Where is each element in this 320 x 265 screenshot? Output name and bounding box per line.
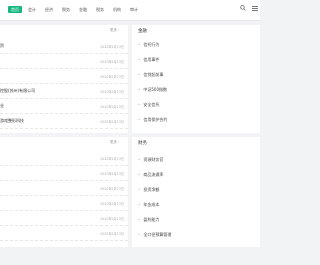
nav-item-tax-2[interactable]: 税务	[93, 6, 107, 13]
list-item-title[interactable]: 控股(苏州)有限公司	[0, 88, 35, 94]
search-icon[interactable]	[240, 5, 246, 11]
main-nav: 首页 会计 经济 税务 金融 税务 机构 审计	[8, 6, 144, 13]
news-list-panel-bottom: 更多 › 2020年2月13日 2020年2月13日 2020年2月13日 20…	[0, 137, 128, 247]
list-item-title[interactable]: 业	[0, 103, 4, 109]
list-item-date: 2020年2月13日	[100, 232, 124, 236]
accounting-item[interactable]: • 盈利能力	[138, 217, 159, 223]
more-link[interactable]: 更多 ›	[110, 28, 120, 33]
nav-item-accounting[interactable]: 会计	[25, 6, 39, 13]
accounting-item[interactable]: • 年金成本	[138, 202, 159, 208]
panel-title: 财务	[138, 141, 147, 146]
list-item[interactable]: 业 2020年2月13日	[0, 99, 128, 114]
list-item-date: 2020年2月13日	[100, 202, 124, 206]
list-item-date: 2020年2月13日	[100, 105, 124, 109]
accounting-panel: 财务 • 资源财务官 • 商品流通率 • 投资净额 • 年金成本 • 盈利能力 • 全口径预…	[132, 137, 260, 247]
list-item-date: 2020年2月13日	[100, 120, 124, 124]
finance-item[interactable]: • 信用保护合约	[138, 117, 167, 123]
finance-item[interactable]: • 安全信托	[138, 102, 159, 108]
list-item-date: 2020年2月13日	[100, 90, 124, 94]
nav-item-tax[interactable]: 税务	[59, 6, 73, 13]
accounting-item[interactable]: • 商品流通率	[138, 172, 163, 178]
list-item[interactable]: 2020年2月13日	[0, 181, 128, 196]
list-item[interactable]: 2020年2月13日	[0, 166, 128, 181]
list-item[interactable]: 2020年2月13日	[0, 226, 128, 241]
list-item[interactable]: 2020年2月13日	[0, 196, 128, 211]
finance-item[interactable]: • 信托行为	[138, 42, 159, 48]
list-item-date: 2020年2月13日	[100, 172, 124, 176]
nav-item-finance[interactable]: 金融	[76, 6, 90, 13]
list-item-date: 2020年2月13日	[100, 60, 124, 64]
nav-item-home[interactable]: 首页	[8, 6, 22, 13]
finance-panel: 金融 • 信托行为 • 信用事件 • 信贷起前事 • 中证500指数 • 安全信托 • 信用…	[132, 25, 260, 133]
list-item-title[interactable]: 贸	[0, 43, 4, 49]
accounting-item[interactable]: • 投资净额	[138, 187, 159, 193]
accounting-item[interactable]: • 全口径预算管理	[138, 232, 171, 238]
list-item-date: 2020年2月13日	[100, 45, 124, 49]
list-item[interactable]: 2020年2月13日	[0, 54, 128, 69]
finance-item[interactable]: • 信贷起前事	[138, 72, 163, 78]
list-item-date: 2020年2月13日	[100, 217, 124, 221]
list-item-date: 2020年2月13日	[100, 187, 124, 191]
list-item-date: 2020年2月13日	[100, 75, 124, 79]
news-list-panel-top: 更多 › 贸 2020年2月13日 2020年2月13日 2020年2月13日 控…	[0, 25, 128, 133]
accounting-item[interactable]: • 资源财务官	[138, 157, 163, 163]
panel-title: 金融	[138, 29, 147, 34]
list-item[interactable]: 贸 2020年2月13日	[0, 39, 128, 54]
list-item[interactable]: 2020年2月13日	[0, 151, 128, 166]
more-link[interactable]: 更多 ›	[110, 140, 120, 145]
list-item-date: 2020年2月13日	[100, 157, 124, 161]
list-item[interactable]: 控股(苏州)有限公司 2020年2月13日	[0, 84, 128, 99]
finance-item[interactable]: • 信用事件	[138, 57, 159, 63]
finance-item[interactable]: • 中证500指数	[138, 87, 167, 93]
nav-item-audit[interactable]: 审计	[127, 6, 141, 13]
nav-item-institution[interactable]: 机构	[110, 6, 124, 13]
list-item[interactable]: 2020年2月13日	[0, 69, 128, 84]
list-item[interactable]: 游戏整形科技 2020年2月13日	[0, 114, 128, 129]
menu-icon[interactable]	[252, 6, 258, 11]
nav-item-economy[interactable]: 经济	[42, 6, 56, 13]
top-navigation-bar: 首页 会计 经济 税务 金融 税务 机构 审计	[0, 0, 260, 21]
list-item[interactable]: 2020年2月13日	[0, 211, 128, 226]
list-item-title[interactable]: 游戏整形科技	[0, 118, 24, 124]
